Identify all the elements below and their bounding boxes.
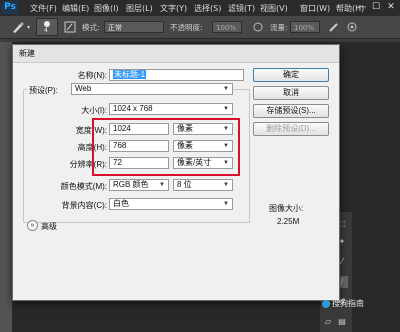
flow-value: 100% <box>294 24 315 32</box>
background-contents-select[interactable]: 白色 ▼ <box>109 198 233 210</box>
brush-panel-icon[interactable] <box>64 21 76 33</box>
preset-value: Web <box>75 84 92 93</box>
menu-filter[interactable]: 滤镜(T) <box>228 3 255 14</box>
brush-size-value: 4 <box>44 27 48 34</box>
mode-value: 正常 <box>108 24 122 32</box>
brush-preset-picker[interactable]: 4 <box>36 18 58 36</box>
flow-input[interactable]: 100% <box>290 21 320 33</box>
watermark: 搜狗指南 <box>322 298 364 309</box>
menu-view[interactable]: 视图(V) <box>260 3 288 14</box>
color-mode-value: RGB 颜色 <box>113 180 149 189</box>
opacity-input[interactable]: 100% <box>212 21 242 33</box>
opacity-value: 100% <box>216 24 237 32</box>
size-value: 1024 x 768 <box>113 104 153 113</box>
brush-tool-icon[interactable] <box>10 19 26 35</box>
name-label: 名称(N): <box>77 71 107 80</box>
bit-depth-select[interactable]: 8 位 ▼ <box>173 179 233 191</box>
bit-depth-value: 8 位 <box>177 180 192 189</box>
image-size-value: 2.25M <box>277 217 300 226</box>
save-preset-button[interactable]: 存储预设(S)... <box>253 104 329 118</box>
name-value: 未标题-1 <box>113 70 147 79</box>
preset-select[interactable]: Web ▼ <box>71 83 233 95</box>
chevron-down-icon: ▼ <box>223 201 229 207</box>
dialog-title: 新建 <box>19 49 35 58</box>
pressure-opacity-icon[interactable] <box>252 21 264 33</box>
watermark-logo-icon <box>322 299 330 308</box>
chevron-down-icon: ▼ <box>223 182 229 188</box>
watermark-text: 搜狗指南 <box>332 299 364 308</box>
image-size-label: 图像大小: <box>269 204 304 213</box>
delete-preset-button[interactable]: 删除预设(D)... <box>253 122 329 136</box>
background-contents-label: 背景内容(C): <box>61 201 107 210</box>
background-contents-value: 白色 <box>113 199 129 208</box>
opacity-label: 不透明度: <box>170 23 203 32</box>
close-window-button[interactable]: ✕ <box>385 2 397 13</box>
menu-layer[interactable]: 图层(L) <box>126 3 153 14</box>
name-field[interactable]: 未标题-1 <box>109 69 244 81</box>
advanced-label[interactable]: 高级 <box>41 221 57 232</box>
mode-label: 模式: <box>82 23 100 32</box>
chevron-down-icon: ▼ <box>223 106 229 112</box>
mode-select[interactable]: 正常 <box>104 21 164 33</box>
menu-window[interactable]: 窗口(W) <box>300 3 330 14</box>
menu-edit[interactable]: 编辑(E) <box>62 3 89 14</box>
size-label: 大小(I): <box>81 106 107 115</box>
size-select[interactable]: 1024 x 768 ▼ <box>109 103 233 115</box>
ok-button[interactable]: 确定 <box>253 68 329 82</box>
menu-image[interactable]: 图像(I) <box>94 3 119 14</box>
chevron-down-icon: ▼ <box>159 182 165 188</box>
dialog-titlebar: 新建 <box>13 45 339 63</box>
brush-dropdown-icon[interactable]: ▾ <box>27 24 30 31</box>
gradient-tool-icon[interactable]: ▤ <box>336 316 348 328</box>
color-mode-select[interactable]: RGB 颜色 ▼ <box>109 179 169 191</box>
menu-select[interactable]: 选择(S) <box>194 3 221 14</box>
chevron-down-icon: ▼ <box>223 86 229 92</box>
eraser-tool-icon[interactable]: ▱ <box>322 316 334 328</box>
flow-label: 流量: <box>270 23 288 32</box>
airbrush-icon[interactable] <box>328 21 340 33</box>
highlight-box <box>92 118 240 176</box>
advanced-toggle-icon[interactable]: » <box>27 220 38 231</box>
menu-file[interactable]: 文件(F) <box>30 3 57 14</box>
pressure-size-icon[interactable] <box>346 21 358 33</box>
minimize-button[interactable]: — <box>356 2 368 13</box>
color-mode-label: 颜色模式(M): <box>60 182 107 191</box>
maximize-button[interactable]: ☐ <box>370 2 382 13</box>
photoshop-logo: Ps <box>2 1 18 14</box>
cancel-button[interactable]: 取消 <box>253 86 329 100</box>
preset-label: 预设(P): <box>27 85 71 96</box>
menu-type[interactable]: 文字(Y) <box>160 3 187 14</box>
